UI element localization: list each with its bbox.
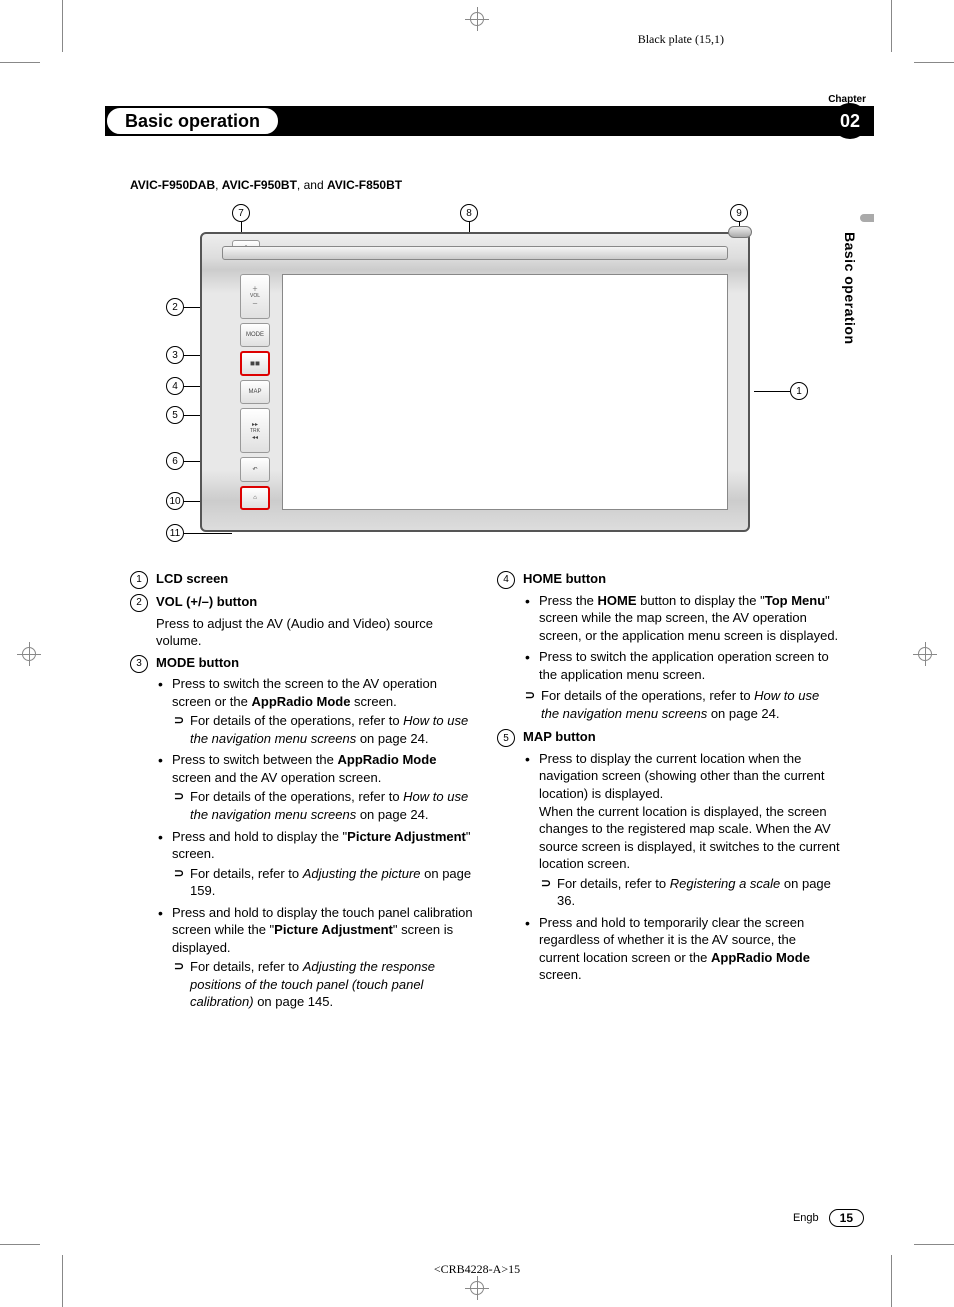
device-diagram: 7 8 9 2 3 4 5 6 10 11 1 ⏏ (170, 202, 780, 552)
model-2: AVIC-F950BT (222, 178, 297, 192)
chapter-title-pill: Basic operation (105, 106, 280, 136)
registration-mark (916, 645, 934, 663)
disc-slot (222, 246, 728, 260)
item-3-bullet-1: Press to switch the screen to the AV ope… (156, 675, 473, 747)
crop-mark (914, 1244, 954, 1245)
registration-mark (468, 10, 486, 28)
callout-1: 1 (790, 382, 808, 400)
page-content: AVIC-F950DAB, AVIC-F950BT, and AVIC-F850… (130, 178, 840, 1019)
callout-11: 11 (166, 524, 184, 542)
callout-2: 2 (166, 298, 184, 316)
footer-lang: Engb (793, 1212, 819, 1224)
page-footer: Engb 15 (793, 1209, 864, 1227)
side-button-column: ＋VOL－ MODE ◼◼ MAP ▸▸TRK◂◂ ↶ ⌂ (234, 274, 278, 510)
item-5-bullet-2: Press and hold to temporarily clear the … (523, 914, 840, 984)
crop-mark (0, 1244, 40, 1245)
vol-button-icon: ＋VOL－ (240, 274, 270, 319)
item-3-title: MODE button (156, 655, 239, 670)
callout-4: 4 (166, 377, 184, 395)
crop-mark (62, 0, 63, 52)
callout-5: 5 (166, 406, 184, 424)
item-2-desc: Press to adjust the AV (Audio and Video)… (156, 615, 473, 650)
crop-mark (0, 62, 40, 63)
item-3-bullet-2: Press to switch between the AppRadio Mod… (156, 751, 473, 823)
callout-9: 9 (730, 204, 748, 222)
item-4-bullet-2: Press to switch the application operatio… (523, 648, 840, 683)
home-alt-button-icon: ⌂ (240, 486, 270, 511)
footer-code: <CRB4228-A>15 (0, 1262, 954, 1277)
item-3: 3 MODE button Press to switch the screen… (130, 654, 473, 1015)
chapter-number-badge: 02 (832, 103, 868, 139)
item-2-title: VOL (+/–) button (156, 594, 257, 609)
item-5-title: MAP button (523, 729, 596, 744)
page-number: 15 (829, 1209, 864, 1227)
plate-info: Black plate (15,1) (638, 32, 724, 47)
callout-8: 8 (460, 204, 478, 222)
registration-mark (468, 1279, 486, 1297)
callout-7: 7 (232, 204, 250, 222)
item-4-title: HOME button (523, 571, 606, 586)
model-3: AVIC-F850BT (327, 178, 402, 192)
lcd-screen-area (282, 274, 728, 510)
right-column: 4 HOME button Press the HOME button to d… (497, 570, 840, 1019)
model-line: AVIC-F950DAB, AVIC-F950BT, and AVIC-F850… (130, 178, 840, 192)
item-1-title: LCD screen (156, 571, 228, 586)
side-knob (728, 226, 752, 238)
manual-page: Black plate (15,1) Chapter Basic operati… (0, 0, 954, 1307)
side-tab-label: Basic operation (842, 232, 858, 345)
home-button-icon: ◼◼ (240, 351, 270, 376)
callout-6: 6 (166, 452, 184, 470)
map-button-icon: MAP (240, 380, 270, 404)
side-tab (860, 214, 874, 222)
item-2: 2 VOL (+/–) button Press to adjust the A… (130, 593, 473, 650)
description-columns: 1 LCD screen 2 VOL (+/–) button Press to… (130, 570, 840, 1019)
item-3-bullet-3: Press and hold to display the "Picture A… (156, 828, 473, 900)
callout-3: 3 (166, 346, 184, 364)
crop-mark (914, 62, 954, 63)
left-column: 1 LCD screen 2 VOL (+/–) button Press to… (130, 570, 473, 1019)
device-body: ⏏ ＋VOL－ MODE ◼◼ MAP ▸▸TRK◂◂ ↶ ⌂ (200, 232, 750, 532)
item-4: 4 HOME button Press the HOME button to d… (497, 570, 840, 724)
registration-mark (20, 645, 38, 663)
item-5: 5 MAP button Press to display the curren… (497, 728, 840, 988)
item-3-bullet-4: Press and hold to display the touch pane… (156, 904, 473, 1011)
back-button-icon: ↶ (240, 457, 270, 481)
trk-button-icon: ▸▸TRK◂◂ (240, 408, 270, 453)
chapter-header-bar: Basic operation 02 (105, 106, 874, 136)
item-4-bullet-1: Press the HOME button to display the "To… (523, 592, 840, 645)
callout-10: 10 (166, 492, 184, 510)
item-1: 1 LCD screen (130, 570, 473, 589)
item-5-bullet-1: Press to display the current location wh… (523, 750, 840, 910)
mode-button-icon: MODE (240, 323, 270, 347)
crop-mark (891, 0, 892, 52)
chapter-title: Basic operation (125, 111, 260, 132)
model-1: AVIC-F950DAB (130, 178, 215, 192)
